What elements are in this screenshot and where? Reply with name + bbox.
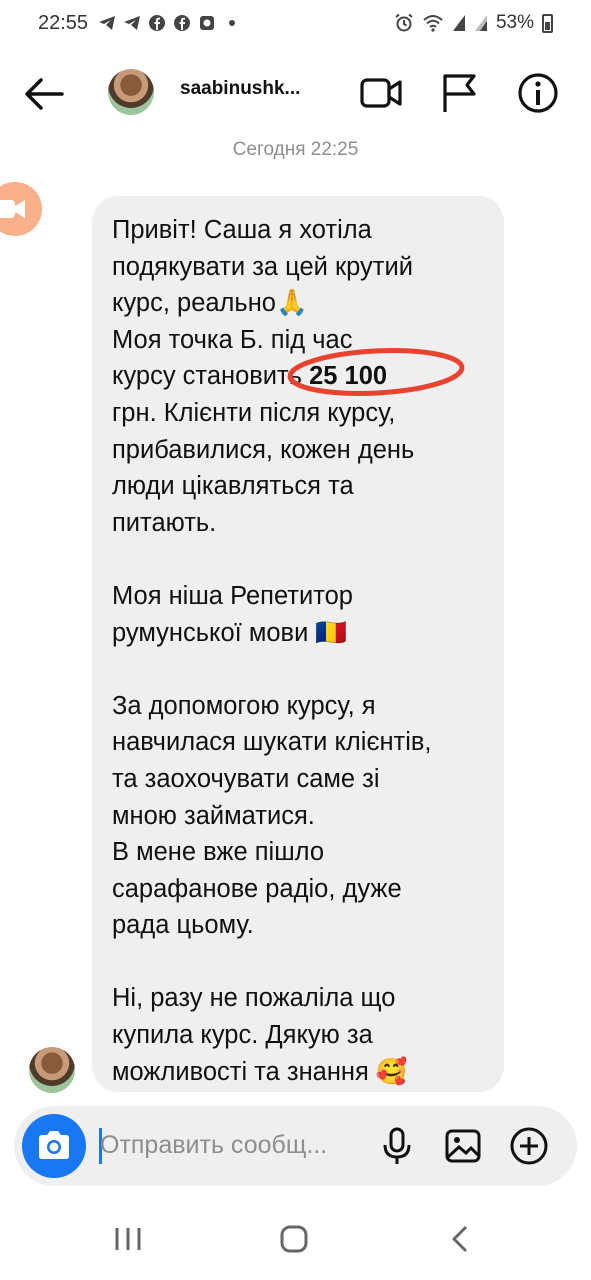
message-line: люди цікавляться та <box>112 472 354 501</box>
home-icon[interactable] <box>278 1224 310 1254</box>
video-chat-badge[interactable] <box>0 182 42 236</box>
message-line: Привіт! Саша я хотіла <box>112 216 372 244</box>
signal-icon <box>474 15 487 31</box>
notification-icons <box>98 14 241 32</box>
date-separator: Сегодня 22:25 <box>232 139 359 160</box>
video-camera-icon <box>0 200 25 218</box>
video-call-icon[interactable] <box>358 70 404 116</box>
info-icon[interactable] <box>515 70 561 116</box>
microphone-icon[interactable] <box>377 1126 417 1166</box>
message-line: купила курс. Дякую за <box>112 1021 373 1050</box>
message-line: можливості та знання 🥰 <box>112 1057 408 1086</box>
wifi-icon <box>423 15 443 32</box>
add-icon[interactable] <box>509 1126 549 1166</box>
message-line: курс, реально🙏 <box>112 289 308 318</box>
status-bar: 22:55 53% <box>0 0 591 48</box>
message-input[interactable] <box>100 1131 362 1160</box>
message-line: В мене вже пішло <box>112 838 325 867</box>
message-line: Моя ніша Репетитор <box>112 581 353 610</box>
message-line: сарафанове радіо, дуже <box>112 874 402 903</box>
dot-icon <box>229 20 235 26</box>
back-icon[interactable] <box>446 1224 478 1254</box>
message-line: румунської мови 🇷🇴 <box>112 618 348 647</box>
messenger-icon <box>200 16 214 30</box>
message-line: За допомогою курсу, я <box>112 691 376 720</box>
message-line: подякувати за цей крутий <box>112 252 413 281</box>
flag-icon[interactable] <box>436 70 482 116</box>
message-text: Привіт! Саша я хотіла подякувати за цей … <box>112 212 492 1090</box>
facebook-icon <box>174 15 190 31</box>
message-line-text: курсу становить <box>112 362 310 391</box>
camera-button[interactable] <box>22 1114 86 1178</box>
battery-percent: 53% <box>495 12 534 33</box>
camera-icon <box>39 1131 69 1159</box>
facebook-icon <box>149 15 165 31</box>
recents-icon[interactable] <box>112 1224 144 1254</box>
status-right: 53% <box>394 12 553 34</box>
sender-avatar[interactable] <box>29 1047 75 1093</box>
alarm-icon <box>395 13 413 32</box>
message-line: мною займатися. <box>112 801 315 830</box>
message-line: та заохочувати саме зі <box>112 764 380 793</box>
telegram-icon <box>124 16 140 30</box>
gallery-icon[interactable] <box>443 1126 483 1166</box>
message-line: навчилася шукати клієнтів, <box>112 728 432 757</box>
message-line: прибавилися, кожен день <box>112 435 415 464</box>
battery-icon <box>542 13 553 33</box>
chat-header: saabinushk... <box>0 58 591 128</box>
back-arrow-icon[interactable] <box>22 72 66 116</box>
system-navigation-bar <box>0 1200 591 1280</box>
contact-avatar[interactable] <box>108 69 154 115</box>
red-circle-annotation <box>287 348 465 396</box>
message-line: Ні, разу не пожаліла що <box>112 984 396 1013</box>
message-line: грн. Клієнти після курсу, <box>112 398 396 427</box>
signal-icon <box>452 15 465 31</box>
telegram-icon <box>99 16 115 30</box>
message-line: питають. <box>112 508 217 537</box>
contact-username[interactable]: saabinushk... <box>180 78 330 100</box>
message-line: рада цьому. <box>112 911 254 940</box>
status-time: 22:55 <box>38 12 89 34</box>
